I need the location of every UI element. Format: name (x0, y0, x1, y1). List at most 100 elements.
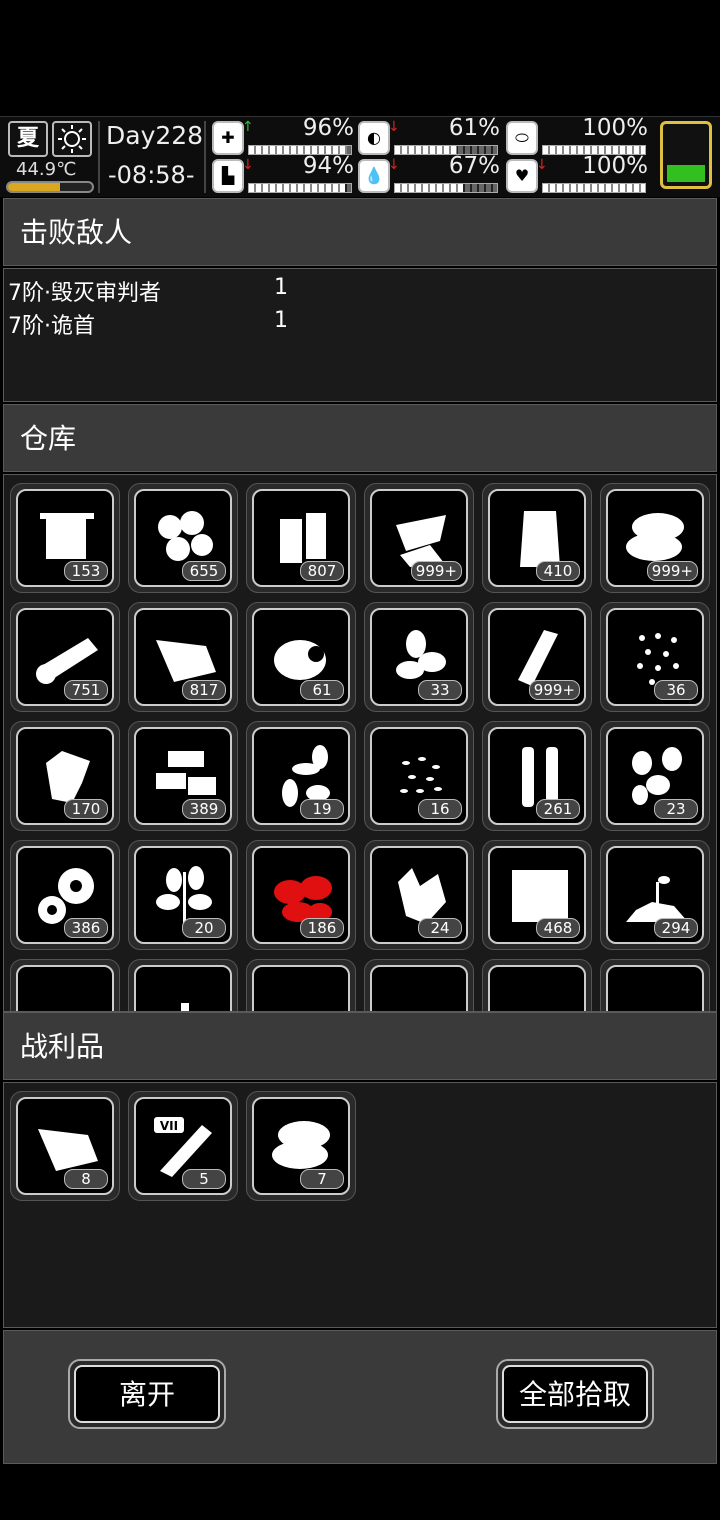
item-count-badge: 36 (654, 680, 698, 700)
item-count-badge: 655 (182, 561, 226, 581)
stomach-icon: ◐ (358, 121, 390, 155)
item-slot-frame (488, 965, 586, 1011)
stat-stamina[interactable]: ▙ ↓ 94% (212, 153, 354, 193)
list-item: 7阶·毁灭审判者 1 (4, 269, 716, 306)
item-slot-frame: 36 (606, 608, 704, 706)
enemy-count: 1 (274, 275, 288, 300)
item-slot[interactable] (246, 959, 356, 1011)
item-slot-frame: 153 (16, 489, 114, 587)
stat-value: 61% (448, 115, 500, 141)
warehouse-header: 仓库 (3, 404, 717, 472)
item-slot-frame (134, 965, 232, 1011)
medkit-icon: ✚ (212, 121, 244, 155)
item-slot[interactable] (364, 959, 474, 1011)
list-item: 7阶·诡首 1 (4, 302, 716, 339)
item-slot[interactable]: 807 (246, 483, 356, 593)
item-count-badge: 170 (64, 799, 108, 819)
item-slot[interactable]: 170 (10, 721, 120, 831)
item-slot[interactable]: 33 (364, 602, 474, 712)
divider (98, 121, 100, 193)
stat-value: 96% (302, 115, 354, 141)
item-count-badge: 20 (182, 918, 226, 938)
item-slot[interactable]: 389 (128, 721, 238, 831)
trend-arrow: ↓ (536, 157, 548, 173)
item-slot[interactable] (128, 959, 238, 1011)
item-slot-frame: 261 (488, 727, 586, 825)
item-slot[interactable]: 999+ (600, 483, 710, 593)
item-slot-frame: 186 (252, 846, 350, 944)
item-count-badge: 23 (654, 799, 698, 819)
item-slot[interactable] (10, 959, 120, 1011)
item-slot[interactable]: 20 (128, 840, 238, 950)
item-slot-frame: 33 (370, 608, 468, 706)
item-slot-frame: 23 (606, 727, 704, 825)
loot-grid[interactable]: 8 VII 5 7 (3, 1082, 717, 1328)
item-slot-frame: 999+ (488, 608, 586, 706)
season-badge: 夏 (8, 121, 48, 157)
item-slot[interactable]: 655 (128, 483, 238, 593)
item-slot[interactable] (482, 959, 592, 1011)
game-clock: -08:58- (108, 161, 195, 189)
item-count-badge: 8 (64, 1169, 108, 1189)
item-slot-frame: 61 (252, 608, 350, 706)
stat-hunger[interactable]: ◐ ↓ 61% (358, 115, 500, 155)
stat-health[interactable]: ✚ ↑ 96% (212, 115, 354, 155)
item-slot[interactable]: 410 (482, 483, 592, 593)
item-count-badge: 751 (64, 680, 108, 700)
status-bar: 夏 44.9℃ Day228 -08:58- ✚ ↑ 96% ◐ ↓ 61% ⬭… (0, 115, 720, 197)
item-slot[interactable]: 23 (600, 721, 710, 831)
stat-value: 100% (582, 153, 648, 179)
item-count-badge: 16 (418, 799, 462, 819)
leave-button[interactable]: 离开 (68, 1359, 226, 1429)
item-slot-frame: 24 (370, 846, 468, 944)
item-slot-frame: 8 (16, 1097, 114, 1195)
item-slot[interactable]: 16 (364, 721, 474, 831)
item-slot-frame (606, 965, 704, 1011)
leave-button-label: 离开 (74, 1365, 220, 1423)
item-slot[interactable]: 999+ (482, 602, 592, 712)
item-slot-frame (16, 965, 114, 1011)
item-slot[interactable]: 468 (482, 840, 592, 950)
item-slot[interactable]: 36 (600, 602, 710, 712)
stat-bar (394, 183, 498, 193)
defeated-list: 7阶·毁灭审判者 1 7阶·诡首 1 (3, 268, 717, 402)
pill-icon: ⬭ (506, 121, 538, 155)
item-count-badge: 817 (182, 680, 226, 700)
paper-icon (32, 981, 102, 1011)
item-slot[interactable]: 999+ (364, 483, 474, 593)
white-leaf-icon (386, 981, 456, 1011)
item-count-badge: 186 (300, 918, 344, 938)
item-slot[interactable]: 186 (246, 840, 356, 950)
item-slot[interactable]: 817 (128, 602, 238, 712)
take-all-button[interactable]: 全部拾取 (496, 1359, 654, 1429)
item-slot-frame: 170 (16, 727, 114, 825)
item-count-badge: 153 (64, 561, 108, 581)
item-count-badge: 261 (536, 799, 580, 819)
yellow-herb-icon (268, 981, 338, 1011)
item-slot[interactable]: 7 (246, 1091, 356, 1201)
item-slot[interactable]: 61 (246, 602, 356, 712)
item-slot[interactable]: 294 (600, 840, 710, 950)
item-slot-frame: 468 (488, 846, 586, 944)
item-slot-frame (370, 965, 468, 1011)
item-slot[interactable]: 19 (246, 721, 356, 831)
item-slot[interactable]: 8 (10, 1091, 120, 1201)
item-slot[interactable]: 751 (10, 602, 120, 712)
mushrooms-icon (504, 981, 574, 1011)
item-slot-frame: 16 (370, 727, 468, 825)
stat-bar (542, 183, 646, 193)
stat-mood[interactable]: ♥ ↓ 100% (506, 153, 648, 193)
item-slot[interactable]: 153 (10, 483, 120, 593)
stat-thirst[interactable]: 💧 ↓ 67% (358, 153, 500, 193)
item-count-badge: 61 (300, 680, 344, 700)
item-slot[interactable]: VII 5 (128, 1091, 238, 1201)
item-slot[interactable] (600, 959, 710, 1011)
warehouse-grid[interactable]: 153 655 807 999+ 410 999+ 751 817 61 33 999+ 36 170 3… (3, 474, 717, 1012)
item-slot[interactable]: 386 (10, 840, 120, 950)
item-count-badge: 389 (182, 799, 226, 819)
item-slot[interactable]: 261 (482, 721, 592, 831)
item-slot[interactable]: 24 (364, 840, 474, 950)
item-slot-frame: 999+ (606, 489, 704, 587)
stat-medicine[interactable]: ⬭ 100% (506, 115, 648, 155)
item-slot-frame: 20 (134, 846, 232, 944)
